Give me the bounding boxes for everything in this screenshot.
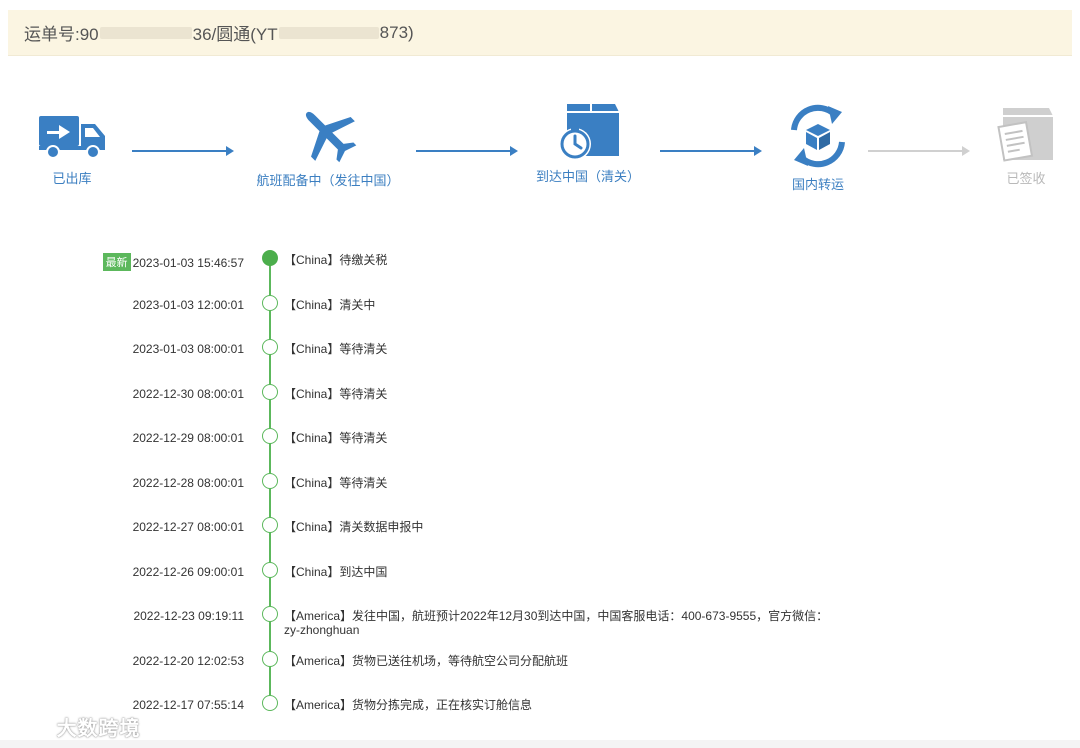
event-time: 2022-12-23 09:19:11 xyxy=(133,609,244,623)
timeline-event: 最新 2023-01-03 15:46:57 【China】待缴关税 xyxy=(0,244,1080,288)
redacted-number xyxy=(278,26,379,39)
step-label: 国内转运 xyxy=(791,177,844,192)
timeline-dot xyxy=(262,384,278,400)
event-desc: 【China】等待清关 xyxy=(284,476,388,490)
step-arrow xyxy=(868,146,970,156)
waybill-header: 运单号:90 36/圆通(YT 873) xyxy=(8,10,1072,56)
event-desc: 【China】待缴关税 xyxy=(284,253,388,267)
event-time: 最新 2023-01-03 15:46:57 xyxy=(102,253,244,271)
step-flight: 航班配备中（发往中国） xyxy=(248,110,408,189)
event-time: 2023-01-03 08:00:01 xyxy=(132,342,244,356)
event-time: 2022-12-17 07:55:14 xyxy=(132,698,244,712)
event-time: 2022-12-30 08:00:01 xyxy=(132,387,244,401)
step-label: 已出库 xyxy=(52,171,92,186)
event-desc: 【China】清关中 xyxy=(284,298,376,312)
waybill-suffix: 873) xyxy=(379,22,414,42)
timeline-dot xyxy=(262,695,278,711)
step-signed: 已签收 xyxy=(976,108,1076,187)
step-label: 到达中国（清关） xyxy=(535,169,640,184)
timeline-event: 2022-12-28 08:00:01 【China】等待清关 xyxy=(0,467,1080,511)
event-time: 2022-12-26 09:00:01 xyxy=(132,565,244,579)
timeline-dot xyxy=(262,339,278,355)
timeline-event: 2023-01-03 12:00:01 【China】清关中 xyxy=(0,289,1080,333)
timeline-event: 2022-12-23 09:19:11 【America】发往中国，航班预计20… xyxy=(0,600,1080,644)
watermark-icon xyxy=(10,716,48,735)
step-label: 已签收 xyxy=(1006,171,1046,186)
bottom-bar xyxy=(0,740,1080,748)
event-desc: 【America】货物分拣完成，正在核实订舱信息 xyxy=(284,698,533,712)
latest-badge: 最新 xyxy=(102,253,131,271)
timeline-event: 2022-12-17 07:55:14 【America】货物分拣完成，正在核实… xyxy=(0,689,1080,733)
watermark-logo: 大数跨境 xyxy=(8,712,141,741)
timeline-dot-latest xyxy=(262,250,278,266)
timeline-event: 2022-12-26 09:00:01 【China】到达中国 xyxy=(0,556,1080,600)
timeline-dot xyxy=(262,562,278,578)
signed-document-icon xyxy=(997,108,1053,162)
package-timer-icon xyxy=(559,104,619,160)
waybill-prefix: 运单号:90 xyxy=(24,25,99,44)
redacted-number xyxy=(99,26,192,39)
step-domestic-transfer: 国内转运 xyxy=(768,104,868,193)
event-time: 2023-01-03 12:00:01 xyxy=(132,298,244,312)
timeline-event: 2022-12-20 12:02:53 【America】货物已送往机场，等待航… xyxy=(0,645,1080,689)
transfer-cycle-icon xyxy=(791,104,845,168)
progress-steps: 已出库 航班配备中（发往中国） 到达中国（清关） 国内转运 已签收 xyxy=(0,104,1080,220)
timeline-event: 2022-12-29 08:00:01 【China】等待清关 xyxy=(0,422,1080,466)
timeline-dot xyxy=(262,473,278,489)
waybill-carrier: 36/圆通(YT xyxy=(192,25,278,44)
event-time: 2022-12-20 12:02:53 xyxy=(132,654,244,668)
timeline-event: 2022-12-27 08:00:01 【China】清关数据申报中 xyxy=(0,511,1080,555)
timeline-event: 2022-12-30 08:00:01 【China】等待清关 xyxy=(0,378,1080,422)
event-time: 2022-12-29 08:00:01 xyxy=(132,431,244,445)
event-desc: 【China】等待清关 xyxy=(284,387,388,401)
event-time: 2022-12-28 08:00:01 xyxy=(132,476,244,490)
step-shipped: 已出库 xyxy=(20,110,124,187)
step-arrow xyxy=(132,146,234,156)
event-desc: 【America】货物已送往机场，等待航空公司分配航班 xyxy=(284,654,569,668)
event-desc: 【China】清关数据申报中 xyxy=(284,520,424,534)
timeline-dot xyxy=(262,651,278,667)
event-desc: 【China】到达中国 xyxy=(284,565,388,579)
event-desc: 【China】等待清关 xyxy=(284,342,388,356)
timeline-event: 2023-01-03 08:00:01 【China】等待清关 xyxy=(0,333,1080,377)
timeline-dot xyxy=(262,295,278,311)
airplane-icon xyxy=(305,111,357,163)
truck-icon xyxy=(39,116,105,159)
watermark-text: 大数跨境 xyxy=(56,718,141,740)
event-time: 2022-12-27 08:00:01 xyxy=(132,520,244,534)
timeline-dot xyxy=(262,428,278,444)
event-desc: 【China】等待清关 xyxy=(284,431,388,445)
step-arrow xyxy=(660,146,762,156)
timeline-dot xyxy=(262,606,278,622)
step-arrived-china: 到达中国（清关） xyxy=(528,104,648,185)
event-desc: 【America】发往中国，航班预计2022年12月30到达中国，中国客服电话：… xyxy=(284,609,829,637)
timeline-dot xyxy=(262,517,278,533)
step-arrow xyxy=(416,146,518,156)
step-label: 航班配备中（发往中国） xyxy=(256,173,400,188)
